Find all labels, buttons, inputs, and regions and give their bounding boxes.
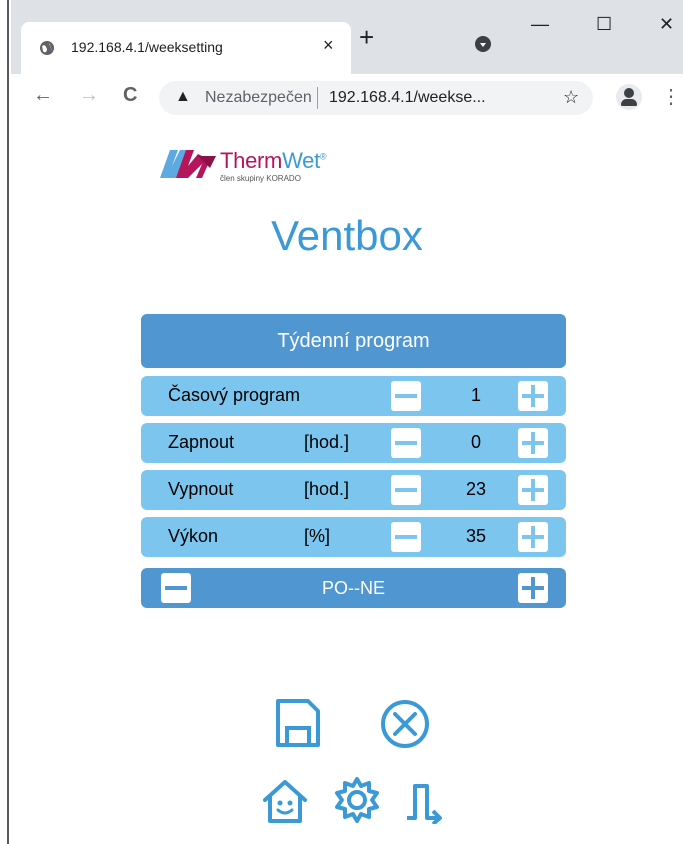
setting-label: Časový program bbox=[168, 385, 301, 405]
weekly-program-panel: Týdenní program Časový program 1 Zapnout… bbox=[141, 314, 566, 608]
forward-button[interactable]: → bbox=[79, 84, 99, 107]
maximize-button[interactable]: ☐ bbox=[596, 14, 612, 35]
window-left-frame bbox=[0, 0, 9, 844]
back-button[interactable]: ← bbox=[33, 84, 53, 107]
increment-button[interactable] bbox=[518, 381, 548, 411]
logo-tagline: člen skupiny KORADO bbox=[220, 174, 301, 183]
setting-unit: [hod.] bbox=[304, 479, 350, 499]
decrement-button[interactable] bbox=[391, 475, 421, 505]
day-range-label: PO--NE bbox=[322, 578, 385, 598]
save-icon[interactable] bbox=[275, 698, 321, 748]
globe-icon bbox=[40, 41, 54, 55]
tab-search-icon[interactable] bbox=[475, 36, 491, 52]
minimize-button[interactable]: — bbox=[531, 14, 549, 35]
increment-button[interactable] bbox=[518, 522, 548, 552]
decrement-button[interactable] bbox=[391, 381, 421, 411]
increment-button[interactable] bbox=[518, 428, 548, 458]
not-secure-warning-icon[interactable]: ▲ bbox=[175, 88, 191, 106]
browser-toolbar: ← → C ▲ Nezabezpečen 192.168.4.1/weekse.… bbox=[11, 74, 683, 122]
profile-avatar-icon[interactable] bbox=[616, 84, 642, 110]
page-title: Ventbox bbox=[271, 212, 423, 259]
logo-brand-text: ThermWet® bbox=[220, 148, 327, 174]
next-day-button[interactable] bbox=[518, 573, 548, 603]
setting-row-power: Výkon [%] 35 bbox=[141, 517, 566, 557]
setting-row-on: Zapnout [hod.] 0 bbox=[141, 423, 566, 463]
setting-label: Výkon bbox=[168, 526, 219, 546]
browser-tab[interactable]: 192.168.4.1/weeksetting × bbox=[21, 22, 351, 74]
setting-value: 35 bbox=[465, 526, 487, 546]
setting-row-off: Vypnout [hod.] 23 bbox=[141, 470, 566, 510]
tab-close-icon[interactable]: × bbox=[323, 35, 334, 56]
settings-icon[interactable] bbox=[333, 776, 381, 824]
decrement-button[interactable] bbox=[391, 428, 421, 458]
cancel-icon[interactable] bbox=[379, 698, 431, 750]
omnibox-separator bbox=[317, 87, 318, 109]
setting-value: 1 bbox=[470, 385, 481, 405]
tab-strip: 192.168.4.1/weeksetting × + — ☐ ✕ bbox=[11, 0, 683, 74]
logo-brand-part-b: Wet bbox=[282, 148, 320, 173]
security-label[interactable]: Nezabezpečen bbox=[205, 89, 312, 107]
home-icon[interactable] bbox=[261, 778, 309, 824]
setting-label: Vypnout bbox=[168, 479, 234, 499]
thermwet-logo-mark-icon bbox=[160, 150, 216, 178]
decrement-button[interactable] bbox=[391, 522, 421, 552]
browser-chrome: 192.168.4.1/weeksetting × + — ☐ ✕ ← → C … bbox=[11, 0, 683, 122]
setting-value: 23 bbox=[465, 479, 487, 499]
setting-row-time-program: Časový program 1 bbox=[141, 376, 566, 416]
new-tab-button[interactable]: + bbox=[359, 22, 374, 53]
setting-unit: [%] bbox=[304, 526, 331, 546]
url-text[interactable]: 192.168.4.1/weekse... bbox=[329, 89, 486, 107]
setting-value: 0 bbox=[470, 432, 481, 452]
reload-button[interactable]: C bbox=[123, 84, 137, 107]
setting-label: Zapnout bbox=[168, 432, 235, 452]
tab-title: 192.168.4.1/weeksetting bbox=[71, 39, 223, 55]
setting-unit: [hod.] bbox=[304, 432, 350, 452]
logo-brand-part-a: Therm bbox=[220, 148, 283, 173]
panel-header: Týdenní program bbox=[141, 314, 566, 368]
close-window-button[interactable]: ✕ bbox=[659, 14, 674, 35]
thermwet-logo: ThermWet® člen skupiny KORADO bbox=[158, 144, 388, 188]
day-selector-row: PO--NE bbox=[141, 568, 566, 608]
program-icon[interactable] bbox=[403, 778, 451, 824]
address-bar[interactable]: ▲ Nezabezpečen 192.168.4.1/weekse... ☆ bbox=[159, 81, 593, 115]
browser-menu-icon[interactable]: ⋮ bbox=[661, 84, 681, 109]
page-content: ThermWet® člen skupiny KORADO Ventbox Tý… bbox=[11, 122, 683, 844]
bookmark-star-icon[interactable]: ☆ bbox=[563, 87, 579, 108]
increment-button[interactable] bbox=[518, 475, 548, 505]
logo-registered-mark: ® bbox=[319, 151, 327, 162]
